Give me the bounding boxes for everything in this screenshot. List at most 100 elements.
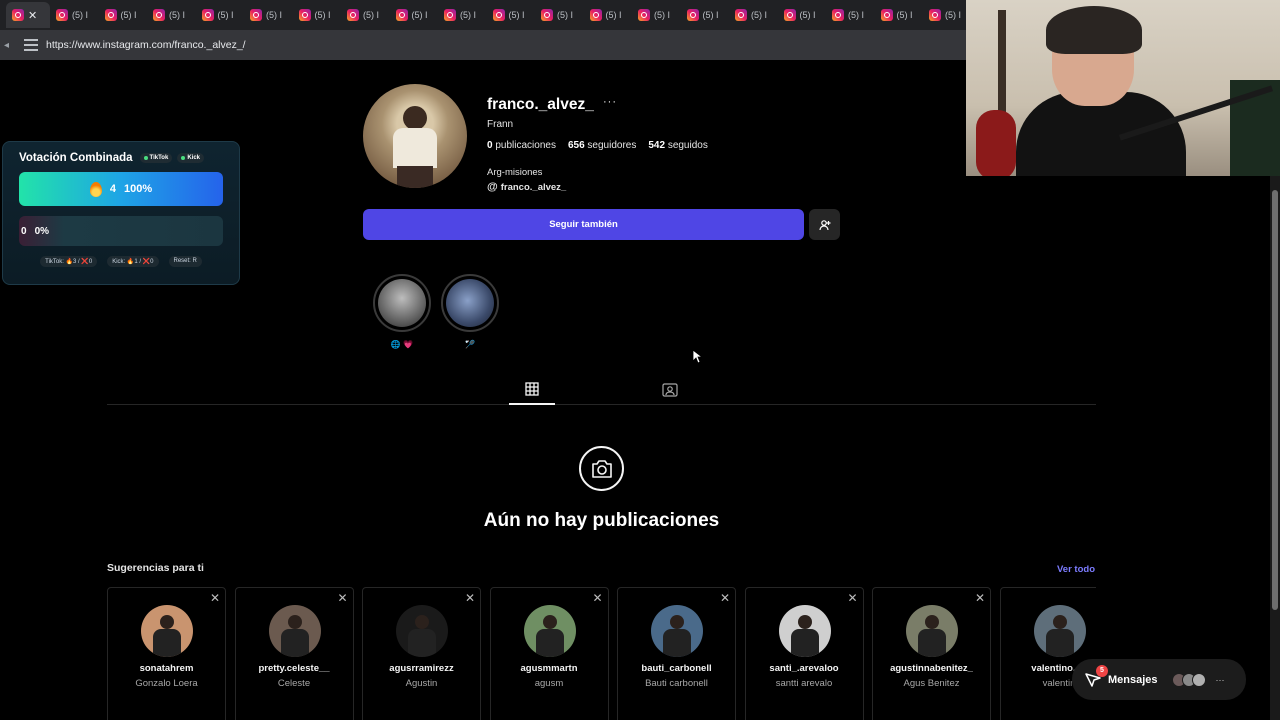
suggestion-name: Gonzalo Loera — [135, 678, 198, 689]
following-stat[interactable]: 542 seguidos — [648, 140, 708, 151]
see-all-link[interactable]: Ver todo — [1057, 564, 1095, 575]
profile-username: franco._alvez_ — [487, 96, 594, 113]
suggestion-name: Agus Benitez — [903, 678, 960, 689]
suggestion-card[interactable]: ✕ agusmmartn agusm — [489, 587, 609, 720]
followers-stat[interactable]: 656 seguidores — [568, 140, 636, 151]
browser-tab[interactable]: (5) I — [390, 2, 439, 28]
story-highlight[interactable] — [373, 274, 431, 332]
suggestion-name: agusm — [534, 678, 564, 689]
flame-icon — [89, 181, 102, 197]
browser-tab-title: (5) I — [460, 10, 477, 20]
back-arrow-icon[interactable]: ◂ — [4, 40, 18, 51]
tiktok-badge: TikTok — [139, 153, 173, 163]
browser-tab[interactable]: (5) I — [487, 2, 536, 28]
suggestion-card[interactable]: ✕ santi_.arevaloo santti arevalo — [744, 587, 864, 720]
profile-avatar[interactable] — [363, 84, 467, 188]
suggestion-username[interactable]: bauti_carbonell — [618, 663, 735, 674]
instagram-favicon-icon — [880, 9, 893, 21]
suggestion-card[interactable]: ✕ bauti_carbonell Bauti carbonell — [617, 587, 736, 720]
browser-tab[interactable]: (5) I — [99, 2, 148, 28]
dismiss-icon[interactable]: ✕ — [592, 591, 602, 605]
dismiss-icon[interactable]: ✕ — [720, 591, 730, 605]
suggestion-avatar[interactable] — [651, 605, 703, 657]
messages-label: Mensajes — [1108, 673, 1158, 686]
follow-back-button[interactable]: Seguir también — [363, 209, 804, 240]
vote-yes-count: 4 — [109, 183, 116, 195]
suggestion-username[interactable]: agusmmartn — [491, 663, 608, 674]
browser-tab[interactable]: (5) I — [584, 2, 633, 28]
suggestion-username[interactable]: santi_.arevaloo — [746, 663, 863, 674]
dismiss-icon[interactable]: ✕ — [210, 591, 220, 605]
suggestion-username[interactable]: pretty.celeste__ — [236, 663, 353, 674]
suggestion-avatar[interactable] — [268, 605, 321, 657]
suggestion-avatar[interactable] — [396, 605, 448, 657]
more-options-icon[interactable]: ··· — [603, 96, 617, 108]
browser-tab[interactable]: (5) I — [438, 2, 487, 28]
browser-tab[interactable]: (5) I — [923, 2, 966, 28]
threads-link[interactable]: @ franco._alvez_ — [487, 181, 566, 193]
suggested-users-button[interactable] — [809, 209, 840, 240]
browser-tab[interactable]: (5) I — [196, 2, 245, 28]
browser-tab[interactable]: (5) I — [875, 2, 924, 28]
dismiss-icon[interactable]: ✕ — [847, 591, 857, 605]
messages-button[interactable]: 5 Mensajes ··· — [1072, 659, 1246, 700]
more-icon: ··· — [1215, 674, 1225, 685]
instagram-favicon-icon — [444, 9, 456, 21]
browser-tab[interactable]: (5) I — [681, 2, 730, 28]
browser-tab[interactable]: (5) I — [535, 2, 584, 28]
instagram-favicon-icon — [104, 9, 117, 21]
kick-badge: Kick — [177, 153, 205, 163]
suggestion-name: Bauti carbonell — [645, 678, 708, 689]
page-scrollbar[interactable] — [1270, 176, 1280, 720]
browser-tab[interactable]: (5) I — [632, 2, 681, 28]
tab-tagged[interactable] — [652, 374, 688, 404]
instagram-favicon-icon — [783, 9, 796, 21]
suggestion-card[interactable]: ✕valentino._bvalentin — [999, 587, 1096, 720]
suggestion-card[interactable]: ✕ agustinnabenitez_ Agus Benitez — [872, 587, 991, 720]
suggestion-username[interactable]: agustinnabenitez_ — [873, 663, 990, 674]
suggestion-username[interactable]: agusrramirezz — [363, 663, 480, 674]
browser-tab[interactable]: (5) I — [50, 2, 99, 28]
vote-kick-tally: Kick: 🔥1 / ❌0 — [107, 256, 159, 267]
instagram-favicon-icon — [347, 9, 359, 21]
tagged-icon — [662, 382, 678, 397]
url-text[interactable]: https://www.instagram.com/franco._alvez_… — [46, 39, 246, 51]
suggestion-avatar[interactable] — [1033, 605, 1086, 657]
browser-tab[interactable]: ✕ — [6, 2, 50, 28]
suggestion-username[interactable]: sonatahrem — [108, 663, 225, 674]
vote-title: Votación Combinada — [19, 152, 133, 164]
instagram-favicon-icon — [638, 9, 650, 21]
threads-icon: @ — [487, 181, 498, 193]
suggestion-card[interactable]: ✕ agusrramirezz Agustin — [362, 587, 481, 720]
dismiss-icon[interactable]: ✕ — [465, 591, 475, 605]
suggestion-avatar[interactable] — [141, 605, 193, 657]
vote-no-percent: 0% — [34, 225, 50, 237]
suggestion-card[interactable]: ✕ sonatahrem Gonzalo Loera — [107, 587, 226, 720]
instagram-favicon-icon — [395, 9, 408, 21]
site-settings-icon[interactable] — [24, 39, 38, 51]
messenger-icon: 5 — [1084, 664, 1108, 689]
camera-icon — [579, 446, 624, 491]
browser-tab[interactable]: (5) I — [778, 2, 827, 28]
suggestion-avatar[interactable] — [523, 605, 576, 657]
browser-tab[interactable]: (5) I — [729, 2, 778, 28]
browser-tab[interactable]: (5) I — [147, 2, 196, 28]
tab-posts[interactable] — [509, 374, 555, 405]
browser-tab[interactable]: (5) I — [341, 2, 390, 28]
suggestion-card[interactable]: ✕ pretty.celeste__ Celeste — [234, 587, 354, 720]
browser-tab[interactable]: (5) I — [826, 2, 875, 28]
instagram-favicon-icon — [686, 9, 699, 21]
scrollbar-thumb[interactable] — [1272, 190, 1278, 610]
suggestion-avatar[interactable] — [906, 605, 958, 657]
dismiss-icon[interactable]: ✕ — [337, 591, 347, 605]
address-bar[interactable]: ◂ https://www.instagram.com/franco._alve… — [0, 30, 966, 60]
browser-tab[interactable]: (5) I — [293, 2, 342, 28]
dismiss-icon[interactable]: ✕ — [975, 591, 985, 605]
browser-tab[interactable]: (5) I — [244, 2, 293, 28]
browser-tab-title: (5) I — [363, 10, 380, 20]
add-person-icon — [818, 219, 830, 230]
story-highlight[interactable] — [441, 274, 499, 332]
browser-tab-title: (5) I — [266, 10, 283, 20]
suggestion-avatar[interactable] — [778, 605, 831, 657]
close-tab-icon[interactable]: ✕ — [28, 9, 37, 22]
